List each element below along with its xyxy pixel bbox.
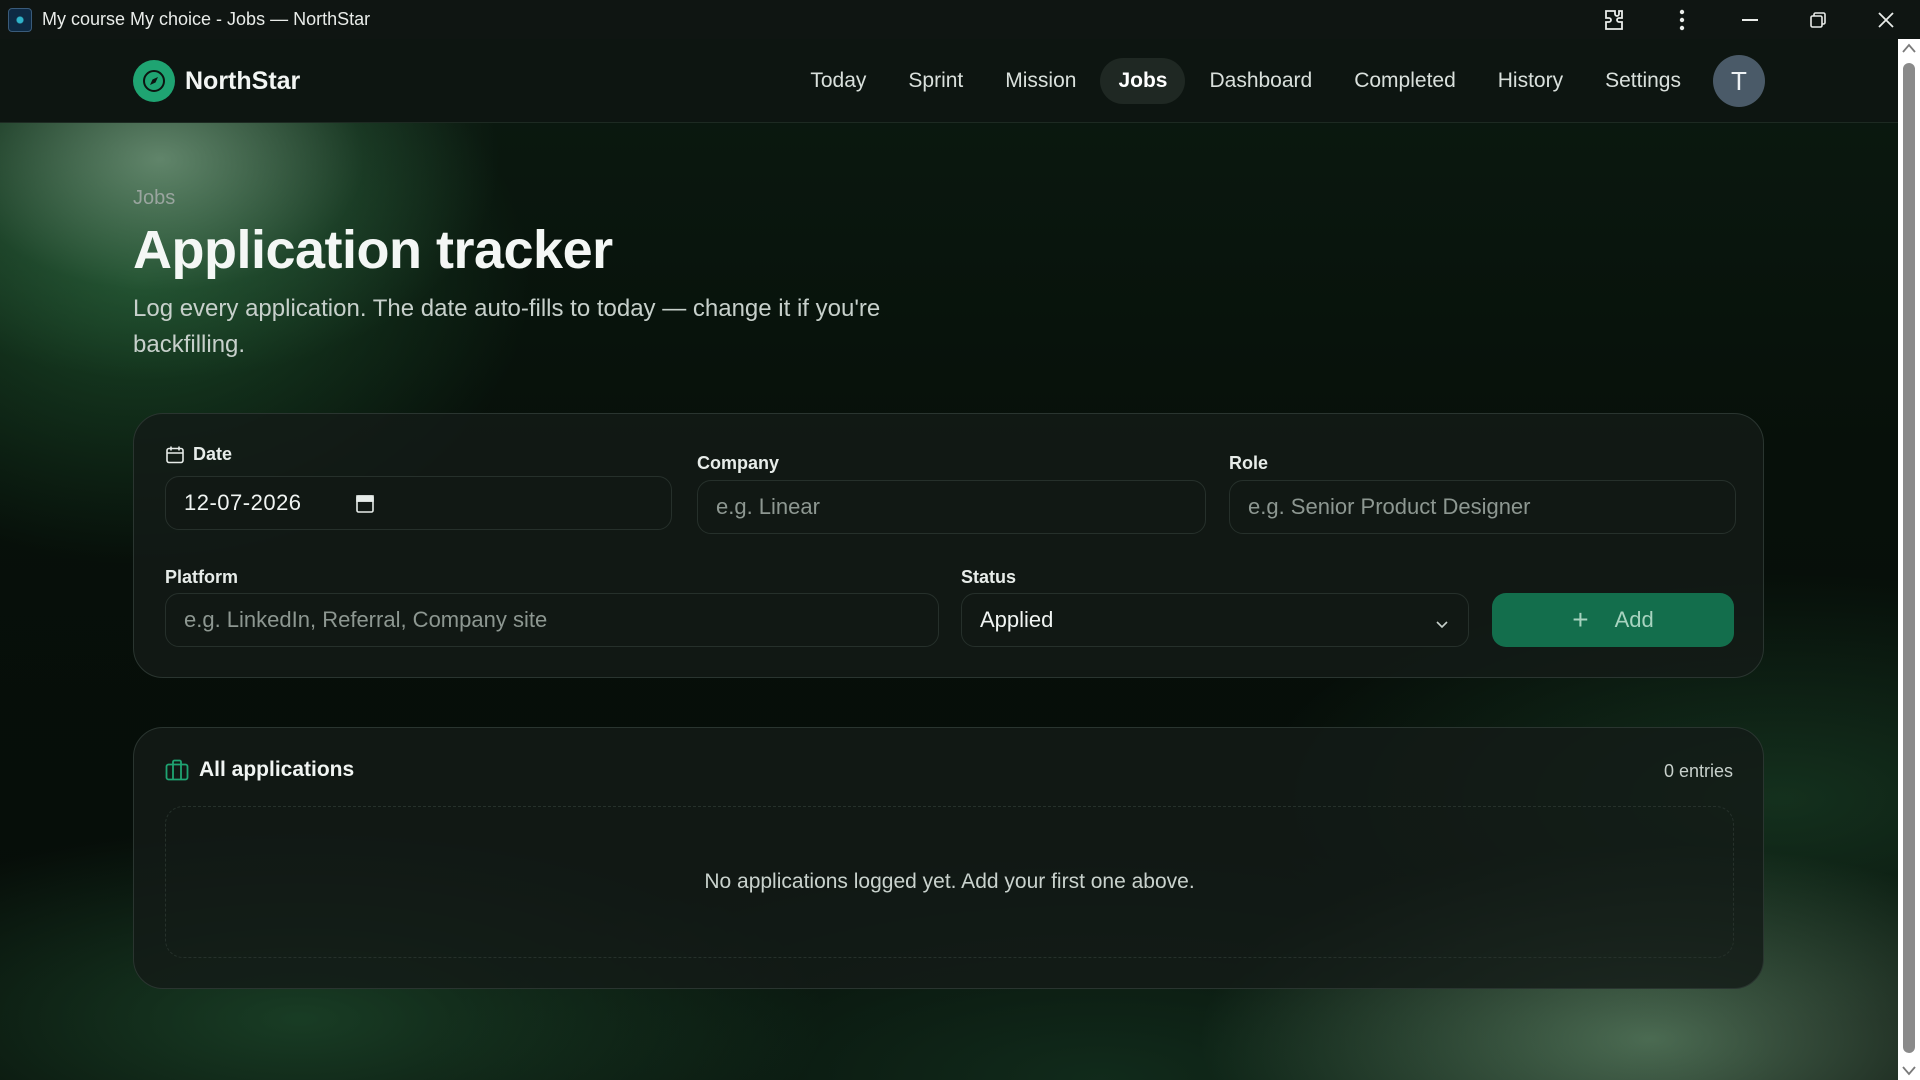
breadcrumb: Jobs (133, 187, 176, 209)
company-input[interactable] (716, 494, 1205, 520)
date-label: Date (165, 444, 232, 465)
nav-item-settings[interactable]: Settings (1587, 58, 1699, 104)
page-subtitle: Log every application. The date auto-fil… (133, 295, 881, 358)
list-title: All applications (199, 758, 355, 781)
minimize-icon[interactable] (1716, 0, 1784, 39)
close-icon[interactable] (1852, 0, 1920, 39)
avatar[interactable]: T (1713, 55, 1765, 107)
brand[interactable]: NorthStar (133, 60, 300, 102)
main-nav: Today Sprint Mission Jobs Dashboard Comp… (786, 55, 1898, 107)
entries-count: 0 entries (1663, 761, 1733, 781)
chevron-down-icon (1434, 612, 1450, 638)
page-viewport: NorthStar Today Sprint Mission Jobs Dash… (0, 39, 1898, 1080)
nav-item-jobs[interactable]: Jobs (1100, 58, 1186, 104)
window-title: My course My choice - Jobs — NorthStar (42, 9, 371, 29)
nav-item-completed[interactable]: Completed (1336, 58, 1474, 104)
window-titlebar: My course My choice - Jobs — NorthStar (0, 0, 1920, 39)
add-application-form: Date 12-07-2026 Company Role Platform St… (133, 413, 1764, 678)
empty-state: No applications logged yet. Add your fir… (165, 806, 1734, 958)
scrollbar-thumb[interactable] (1903, 63, 1915, 1053)
nav-item-history[interactable]: History (1480, 58, 1581, 104)
status-label: Status (961, 567, 1017, 587)
platform-label: Platform (165, 567, 239, 587)
platform-input[interactable] (184, 607, 938, 633)
top-navigation: NorthStar Today Sprint Mission Jobs Dash… (0, 39, 1898, 123)
nav-item-dashboard[interactable]: Dashboard (1191, 58, 1330, 104)
date-value: 12-07-2026 (184, 490, 302, 515)
add-application-button[interactable]: + Add (1492, 593, 1734, 647)
briefcase-icon (165, 759, 189, 781)
role-label: Role (1229, 453, 1269, 473)
platform-field[interactable] (165, 593, 939, 647)
app-icon (8, 7, 32, 32)
date-picker-icon[interactable] (356, 493, 374, 519)
role-input[interactable] (1248, 494, 1735, 520)
compass-icon (133, 60, 175, 102)
more-menu-icon[interactable] (1648, 0, 1716, 39)
calendar-icon (166, 446, 184, 463)
page-title: Application tracker (133, 220, 613, 280)
scroll-up-icon[interactable] (1902, 43, 1916, 53)
brand-name: NorthStar (185, 66, 301, 95)
applications-list: All applications 0 entries No applicatio… (133, 727, 1764, 989)
nav-item-today[interactable]: Today (792, 58, 884, 104)
status-select[interactable]: Applied (961, 593, 1469, 647)
plus-icon: + (1572, 604, 1589, 635)
company-field[interactable] (697, 480, 1206, 534)
nav-item-mission[interactable]: Mission (987, 58, 1094, 104)
scroll-down-icon[interactable] (1902, 1066, 1916, 1076)
restore-icon[interactable] (1784, 0, 1852, 39)
date-field[interactable]: 12-07-2026 (165, 476, 672, 530)
company-label: Company (697, 453, 780, 473)
extensions-icon[interactable] (1580, 0, 1648, 39)
list-header: All applications (165, 758, 354, 782)
nav-item-sprint[interactable]: Sprint (890, 58, 981, 104)
role-field[interactable] (1229, 480, 1736, 534)
status-value: Applied (980, 607, 1054, 632)
scrollbar[interactable] (1898, 39, 1920, 1080)
